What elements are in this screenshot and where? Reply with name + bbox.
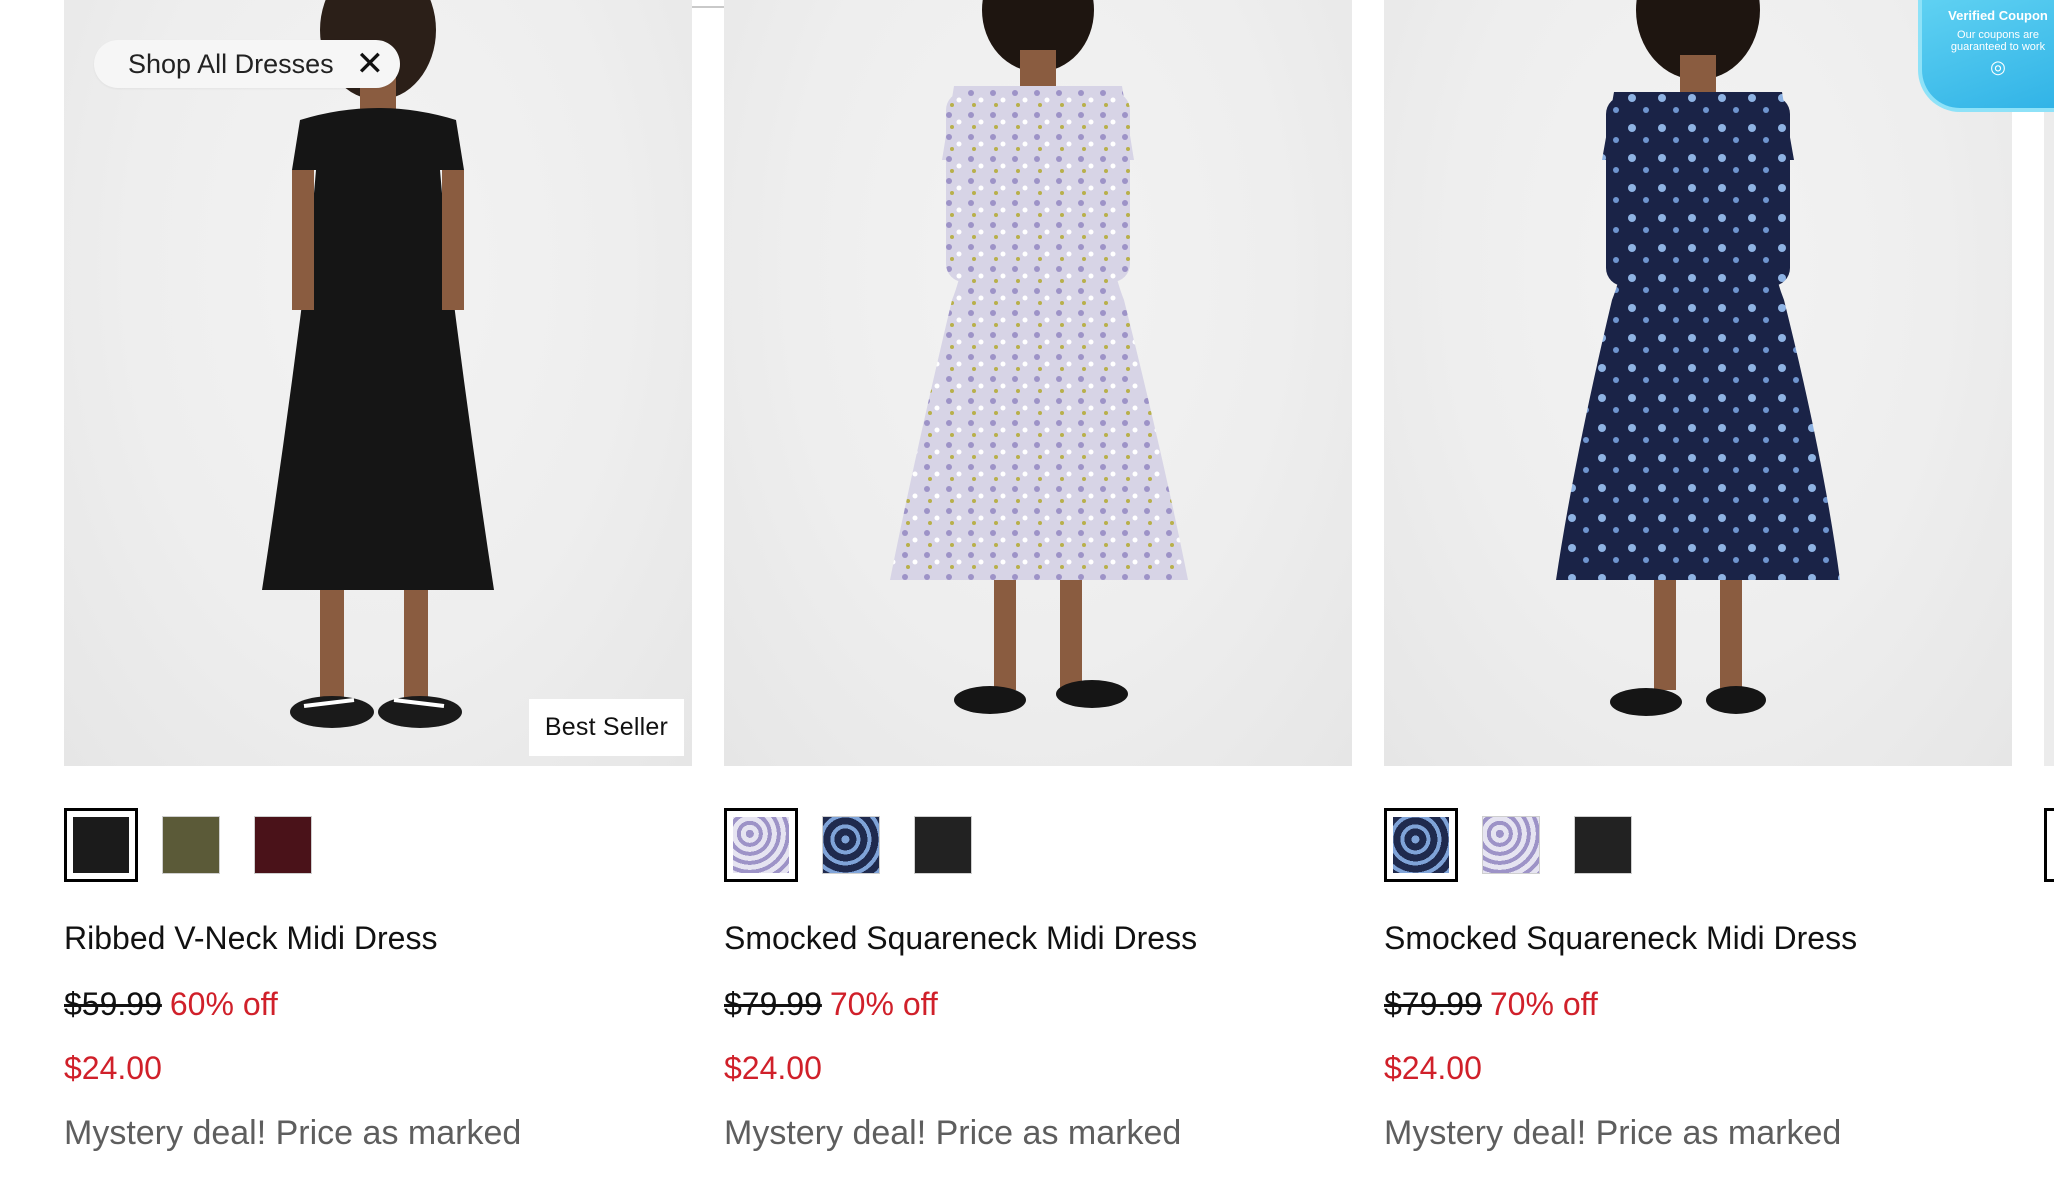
original-price: $79.99: [724, 986, 822, 1022]
product-title[interactable]: Ribbed V-Neck Midi Dress: [64, 920, 437, 957]
sale-price: $24.00: [724, 1050, 822, 1086]
swatch-selected[interactable]: [2044, 808, 2054, 882]
sale-price: $24.00: [64, 1050, 162, 1086]
discount-label: 70% off: [1489, 986, 1598, 1022]
coupon-title: Verified Coupon: [1948, 8, 2048, 23]
product-card[interactable]: Smocked Squareneck Midi Dress $79.99 70% …: [724, 0, 1352, 1152]
coupon-icon: ◎: [1990, 57, 2006, 77]
discount-label: 60% off: [169, 986, 278, 1022]
promo-text: Mystery deal! Price as marked: [64, 1114, 522, 1152]
price-row: $59.99 60% off: [64, 986, 278, 1023]
swatch-navy-floral[interactable]: [1384, 808, 1458, 882]
swatch-burgundy[interactable]: [254, 816, 312, 874]
original-price: $79.99: [1384, 986, 1482, 1022]
product-image[interactable]: [724, 0, 1352, 766]
filter-chip[interactable]: Shop All Dresses ✕: [94, 40, 401, 88]
product-card[interactable]: Smocked Squareneck Midi Dress $79.99 70% …: [1384, 0, 2012, 1152]
swatch-black[interactable]: [64, 808, 138, 882]
product-card[interactable]: Shop All Dresses ✕ Best Seller Ribbed V-…: [64, 0, 692, 1152]
product-image[interactable]: [1384, 0, 2012, 766]
coupon-subtitle: Our coupons are guaranteed to work: [1950, 29, 2046, 53]
swatch-black[interactable]: [914, 816, 972, 874]
verified-coupon-widget[interactable]: Verified Coupon Our coupons are guarante…: [1918, 0, 2054, 112]
filter-chip-label: Shop All Dresses: [128, 48, 334, 79]
color-swatches: [1384, 808, 1666, 882]
product-title[interactable]: Smocked Squareneck Midi Dress: [724, 920, 1197, 957]
color-swatches: [64, 808, 346, 882]
product-title[interactable]: Smocked Squareneck Midi Dress: [1384, 920, 1857, 957]
swatch-olive[interactable]: [162, 816, 220, 874]
sale-price: $24.00: [1384, 1050, 1482, 1086]
promo-text: Mystery deal! Price as marked: [1384, 1114, 1842, 1152]
price-row: $79.99 70% off: [724, 986, 938, 1023]
color-swatches: [724, 808, 1006, 882]
product-image: [2044, 0, 2054, 766]
swatch-lavender-floral[interactable]: [1482, 816, 1540, 874]
close-icon[interactable]: ✕: [356, 47, 385, 81]
promo-text: Mystery deal! Price as marked: [724, 1114, 1182, 1152]
discount-label: 70% off: [829, 986, 938, 1022]
swatch-navy-floral[interactable]: [822, 816, 880, 874]
swatch-lavender-floral[interactable]: [724, 808, 798, 882]
swatch-black[interactable]: [1574, 816, 1632, 874]
product-image[interactable]: Shop All Dresses ✕ Best Seller: [64, 0, 692, 766]
price-row: $79.99 70% off: [1384, 986, 1598, 1023]
product-card-partial[interactable]: [2040, 0, 2054, 1190]
original-price: $59.99: [64, 986, 162, 1022]
best-seller-badge: Best Seller: [528, 699, 684, 756]
